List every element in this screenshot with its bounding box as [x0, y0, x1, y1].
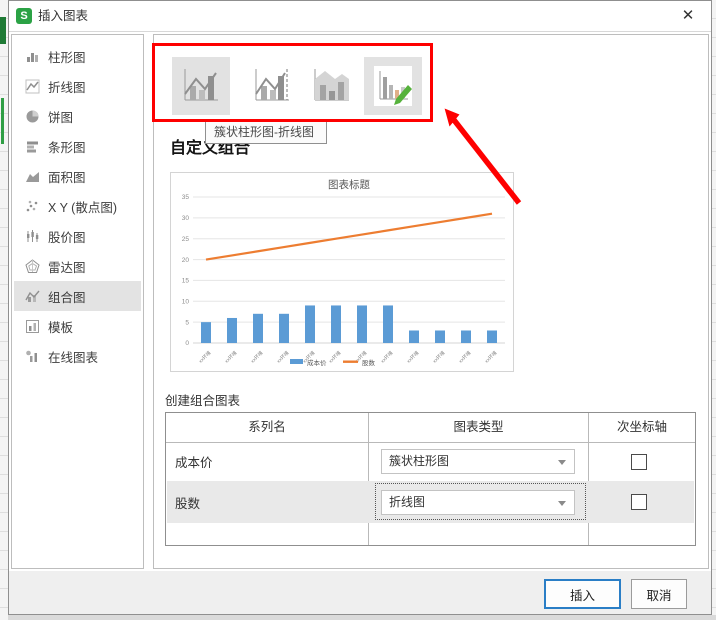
create-combo-heading: 创建组合图表 [165, 390, 240, 409]
subtype-clustered-column-line[interactable] [172, 57, 230, 115]
column-chart-icon [25, 49, 40, 64]
combo-chart-preview: 0 5 10 15 20 25 30 35 xx环境 xx环境 xx环境 xx环境 xx环境 xx环境 xx… [170, 172, 514, 372]
svg-text:xx环境: xx环境 [379, 349, 394, 364]
bar-chart-icon [25, 139, 40, 154]
svg-text:10: 10 [182, 298, 190, 305]
insert-chart-dialog: S 插入图表 ✕ 柱形图 折线图 饼图 条形图 面积图 X Y (散点图) 股价… [8, 0, 712, 615]
sidebar-item-online-chart[interactable]: 在线图表 [14, 341, 141, 371]
line-chart-icon [25, 79, 40, 94]
header-secondary-axis: 次坐标轴 [589, 413, 695, 442]
svg-text:xx环境: xx环境 [483, 349, 498, 364]
dialog-footer: 插入 取消 [9, 571, 711, 614]
svg-text:xx环境: xx环境 [431, 349, 446, 364]
subtype-stacked-area-clustered-column[interactable] [306, 57, 358, 115]
background-spreadsheet-right [712, 0, 716, 620]
background-spreadsheet-bottom [8, 615, 716, 620]
table-row: 成本价 簇状柱形图 [167, 442, 694, 481]
chevron-down-icon [558, 501, 566, 506]
scatter-chart-icon [25, 199, 40, 214]
svg-text:xx环境: xx环境 [249, 349, 264, 364]
chart-type-sidebar: 柱形图 折线图 饼图 条形图 面积图 X Y (散点图) 股价图 雷达图 组合图… [11, 34, 144, 569]
cancel-button[interactable]: 取消 [631, 579, 687, 609]
svg-text:xx环境: xx环境 [197, 349, 212, 364]
series-name-cell: 成本价 [175, 442, 213, 481]
secondary-axis-checkbox[interactable] [631, 494, 647, 510]
preview-chart-svg: 0 5 10 15 20 25 30 35 xx环境 xx环境 xx环境 xx环境 xx环境 xx环境 xx… [171, 173, 513, 371]
sidebar-item-area-chart[interactable]: 面积图 [14, 161, 141, 191]
svg-text:xx环境: xx环境 [223, 349, 238, 364]
subtype-clustered-column-line-secondary-axis[interactable] [243, 57, 301, 115]
radar-chart-icon [25, 259, 40, 274]
sidebar-item-line-chart[interactable]: 折线图 [14, 71, 141, 101]
svg-text:xx环境: xx环境 [275, 349, 290, 364]
template-icon [25, 319, 40, 334]
custom-combination-icon [370, 63, 416, 109]
dialog-title: 插入图表 [38, 1, 88, 31]
area-chart-icon [25, 169, 40, 184]
series-table: 系列名 图表类型 次坐标轴 成本价 簇状柱形图 股数 折线图 [165, 412, 696, 546]
svg-text:5: 5 [185, 319, 189, 326]
sidebar-item-pie-chart[interactable]: 饼图 [14, 101, 141, 131]
svg-text:xx环境: xx环境 [457, 349, 472, 364]
header-chart-type: 图表类型 [369, 413, 588, 442]
background-green-gridline [1, 98, 4, 144]
dialog-titlebar: S 插入图表 ✕ [9, 1, 711, 31]
online-chart-icon [25, 349, 40, 364]
series-name-cell: 股数 [175, 481, 200, 523]
titlebar-separator [9, 31, 711, 32]
wps-spreadsheet-logo-icon: S [16, 8, 32, 24]
table-row: 股数 折线图 [167, 481, 694, 523]
sidebar-item-template[interactable]: 模板 [14, 311, 141, 341]
sidebar-item-stock-chart[interactable]: 股价图 [14, 221, 141, 251]
stock-chart-icon [25, 229, 40, 244]
combo-chart-icon [25, 289, 40, 304]
svg-text:xx环境: xx环境 [405, 349, 420, 364]
subtype-custom-combination[interactable] [364, 57, 422, 115]
background-green-cell [0, 17, 6, 44]
stacked-area-clustered-column-icon [312, 67, 352, 105]
insert-button[interactable]: 插入 [544, 579, 621, 609]
svg-text:0: 0 [185, 340, 189, 347]
sidebar-item-combo-chart[interactable]: 组合图 [14, 281, 141, 311]
chevron-down-icon [558, 460, 566, 465]
sidebar-item-bar-chart[interactable]: 条形图 [14, 131, 141, 161]
svg-text:xx环境: xx环境 [327, 349, 342, 364]
svg-text:25: 25 [182, 236, 190, 243]
subtype-tooltip: 簇状柱形图-折线图 [205, 120, 327, 144]
sidebar-item-radar-chart[interactable]: 雷达图 [14, 251, 141, 281]
sidebar-item-column-chart[interactable]: 柱形图 [14, 41, 141, 71]
pie-chart-icon [25, 109, 40, 124]
combo-chart-panel: 簇状柱形图-折线图 自定义组合 05101520253035xx环境xx环境xx… [153, 34, 709, 569]
chart-type-dropdown[interactable]: 簇状柱形图 [381, 449, 575, 474]
secondary-axis-checkbox[interactable] [631, 454, 647, 470]
clustered-column-line-secondary-axis-icon [252, 67, 292, 105]
svg-text:股数: 股数 [362, 358, 376, 367]
svg-text:15: 15 [182, 278, 190, 285]
svg-text:20: 20 [182, 257, 190, 264]
clustered-column-line-icon [181, 67, 221, 105]
svg-text:30: 30 [182, 215, 190, 222]
header-series-name: 系列名 [166, 413, 368, 442]
chart-type-dropdown[interactable]: 折线图 [381, 490, 575, 515]
close-icon[interactable]: ✕ [677, 5, 699, 27]
svg-text:图表标题: 图表标题 [328, 178, 370, 191]
sidebar-item-scatter-chart[interactable]: X Y (散点图) [14, 191, 141, 221]
svg-text:成本价: 成本价 [307, 358, 327, 367]
svg-text:35: 35 [182, 194, 190, 201]
